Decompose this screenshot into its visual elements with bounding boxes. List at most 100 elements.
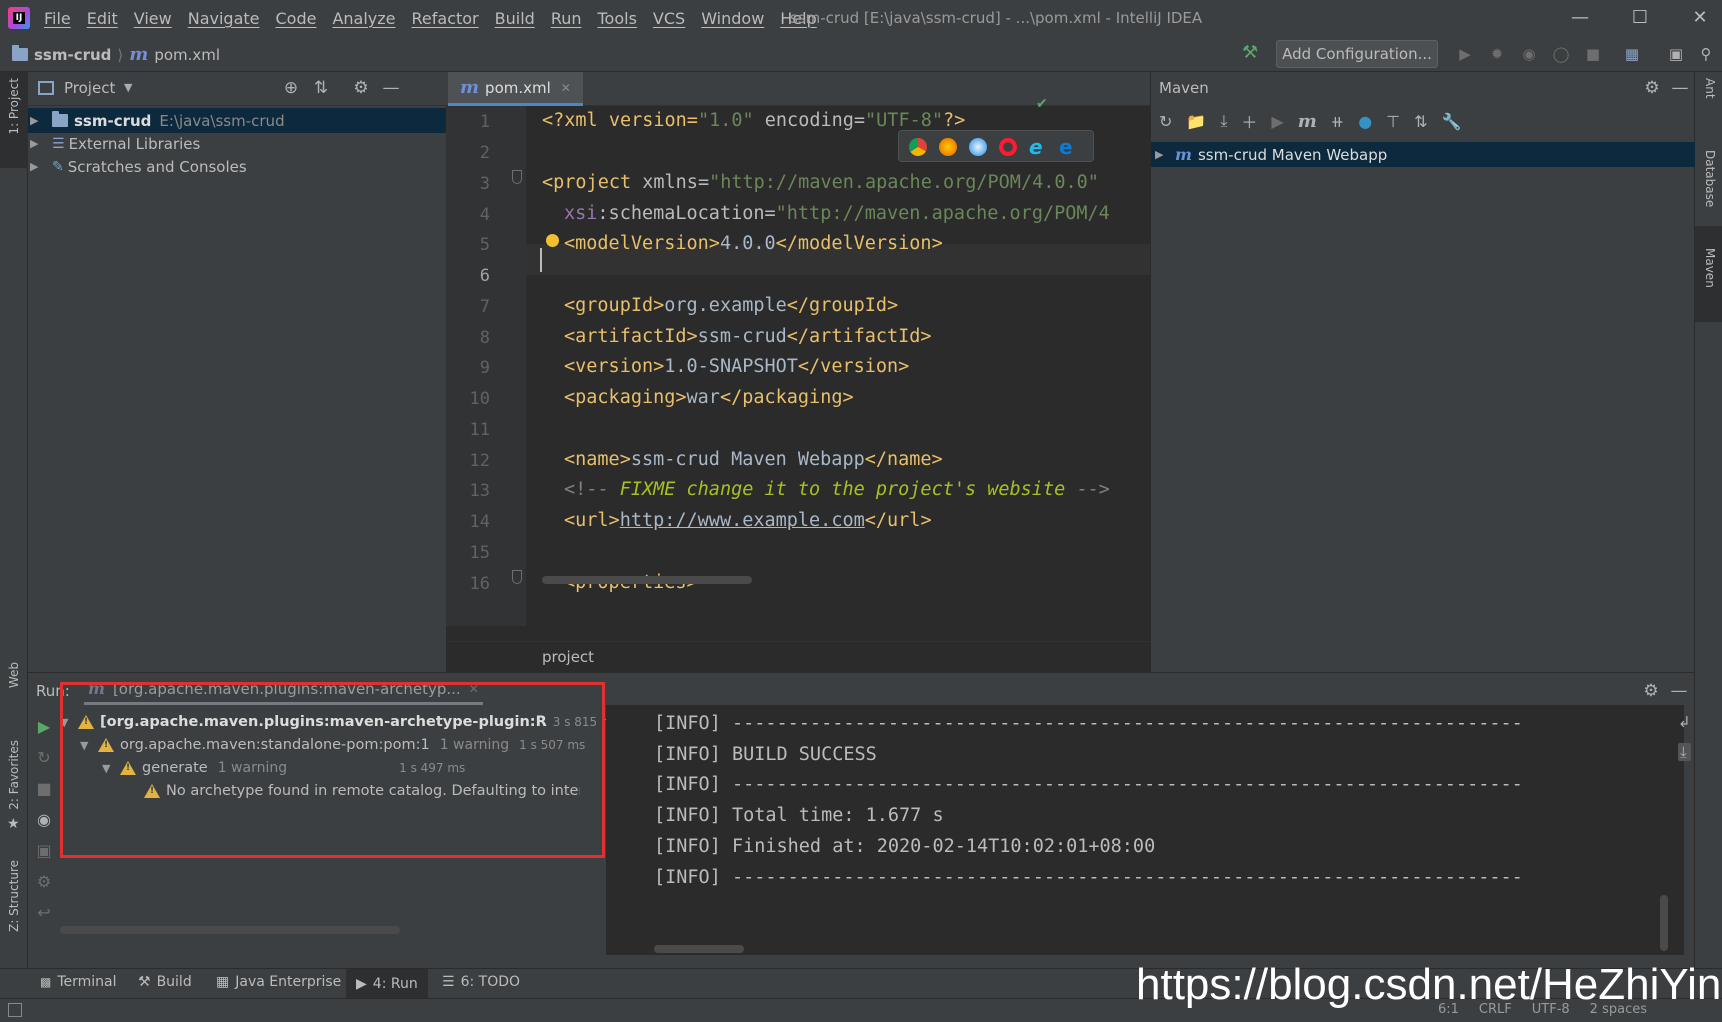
hide-panel-icon[interactable]: — [1669, 78, 1691, 98]
rerun-failed-icon[interactable]: ↻ [37, 748, 50, 767]
ant-tool-tab[interactable]: Ant [1703, 78, 1717, 99]
add-icon[interactable]: ＋ [1241, 109, 1257, 133]
menu-window[interactable]: Window [701, 9, 764, 28]
editor-breadcrumb[interactable]: project [446, 641, 1150, 672]
expand-arrow-icon[interactable]: ▶ [30, 137, 44, 150]
gear-icon[interactable]: ⚙ [1640, 681, 1662, 701]
soft-wrap-icon[interactable]: ↲ [1678, 713, 1691, 731]
internet-explorer-icon[interactable]: e [1029, 135, 1043, 159]
wrench-icon[interactable]: 🔧 [1442, 112, 1462, 131]
project-tool-tab[interactable]: 1: Project [7, 78, 21, 135]
toggle-offline-icon[interactable]: ⧺ [1331, 112, 1344, 131]
menu-refactor[interactable]: Refactor [412, 9, 479, 28]
fold-marker-icon[interactable] [512, 570, 522, 584]
code-line-3[interactable]: <project xmlns="http://maven.apache.org/… [542, 172, 1099, 193]
lightbulb-icon[interactable] [546, 234, 559, 247]
run-tool-tab[interactable]: ▶ 4: Run [346, 969, 428, 999]
toggle-tool-windows-icon[interactable] [8, 1003, 22, 1017]
debug-icon[interactable]: ✹ [1487, 44, 1507, 64]
build-hammer-icon[interactable]: ⚒ [1242, 42, 1258, 63]
build-tab[interactable]: ⚒ Build [138, 974, 192, 990]
execute-goal-icon[interactable]: m [1298, 111, 1317, 132]
horizontal-scrollbar[interactable] [542, 576, 752, 584]
add-configuration-button[interactable]: Add Configuration... [1276, 40, 1438, 68]
menu-file[interactable]: File [44, 9, 71, 28]
chrome-icon[interactable] [909, 138, 927, 156]
search-icon[interactable]: ⚲ [1696, 44, 1716, 64]
settings-icon[interactable]: ⚙ [37, 872, 51, 891]
firefox-icon[interactable] [939, 138, 957, 156]
web-tool-tab[interactable]: Web [7, 662, 21, 688]
hide-panel-icon[interactable]: — [1668, 681, 1690, 701]
expand-arrow-icon[interactable]: ▶ [30, 160, 44, 173]
todo-tab[interactable]: ☰ 6: TODO [442, 974, 520, 990]
code-link[interactable]: http://www.example.com [620, 510, 865, 531]
project-structure-icon[interactable]: ▦ [1622, 44, 1642, 64]
eye-icon[interactable]: ◉ [37, 810, 51, 829]
gear-icon[interactable]: ⚙ [350, 78, 372, 98]
presentation-icon[interactable]: ▣ [1666, 44, 1686, 64]
menu-run[interactable]: Run [551, 9, 582, 28]
project-view-title[interactable]: Project [64, 79, 115, 97]
menu-edit[interactable]: Edit [87, 9, 118, 28]
maven-tool-tab[interactable]: Maven [1703, 248, 1717, 288]
exit-icon[interactable]: ↩ [37, 903, 50, 922]
coverage-icon[interactable]: ◉ [1519, 44, 1539, 64]
structure-tool-tab[interactable]: Z: Structure [7, 860, 21, 932]
horizontal-scrollbar[interactable] [654, 945, 744, 953]
menu-analyze[interactable]: Analyze [332, 9, 395, 28]
editor-tab-pom[interactable]: m pom.xml ✕ [448, 72, 583, 106]
maven-project-row[interactable]: ▶ m ssm-crud Maven Webapp [1151, 142, 1695, 167]
safari-icon[interactable] [969, 138, 987, 156]
close-tab-icon[interactable]: ✕ [561, 81, 571, 95]
code-line-4[interactable]: xsi:schemaLocation="http://maven.apache.… [564, 203, 1110, 224]
collapse-all-icon[interactable]: ⇅ [310, 78, 332, 98]
chevron-down-icon[interactable]: ▼ [124, 81, 132, 94]
show-dependencies-icon[interactable]: ⊤ [1386, 112, 1400, 131]
expand-arrow-icon[interactable]: ▶ [30, 114, 44, 127]
run-icon[interactable]: ▶ [1455, 44, 1475, 64]
minimize-icon[interactable]: — [1568, 6, 1592, 30]
code-line-12[interactable]: <name>ssm-crud Maven Webapp</name> [564, 449, 943, 470]
run-icon[interactable]: ▶ [1271, 112, 1283, 131]
code-line-9[interactable]: <version>1.0-SNAPSHOT</version> [564, 356, 909, 377]
maximize-icon[interactable]: ☐ [1628, 6, 1652, 30]
rerun-icon[interactable]: ▶ [38, 717, 50, 736]
code-line-13[interactable]: <!-- FIXME change it to the project's we… [564, 479, 1110, 500]
hide-panel-icon[interactable]: — [380, 78, 402, 98]
tree-item-scratches[interactable]: ▶ ✎ Scratches and Consoles [28, 154, 446, 179]
terminal-tab[interactable]: ▩ Terminal [40, 974, 117, 990]
menu-build[interactable]: Build [495, 9, 535, 28]
horizontal-scrollbar[interactable] [60, 926, 400, 934]
code-line-14[interactable]: <url>http://www.example.com</url> [564, 510, 932, 531]
favorites-tool-tab[interactable]: 2: Favorites [7, 740, 21, 810]
menu-code[interactable]: Code [276, 9, 317, 28]
code-line-1[interactable]: <?xml version="1.0" encoding="UTF-8"?> [542, 110, 965, 131]
java-enterprise-tab[interactable]: ▦ Java Enterprise [216, 974, 341, 990]
breadcrumb-project[interactable]: ssm-crud [34, 46, 111, 64]
download-icon[interactable]: ⤓ [1220, 111, 1227, 131]
code-line-7[interactable]: <groupId>org.example</groupId> [564, 295, 898, 316]
camera-icon[interactable]: ▣ [36, 841, 51, 860]
collapse-all-icon[interactable]: ⇅ [1414, 112, 1427, 131]
expand-arrow-icon[interactable]: ▶ [1155, 148, 1169, 161]
tree-item-external-libraries[interactable]: ▶ ☰ External Libraries [28, 131, 446, 156]
tree-item-project-root[interactable]: ▶ ssm-crud E:\java\ssm-crud [28, 108, 446, 133]
menu-vcs[interactable]: VCS [653, 9, 685, 28]
breadcrumb-file[interactable]: pom.xml [154, 46, 220, 64]
locate-icon[interactable]: ⊕ [280, 78, 302, 98]
edge-icon[interactable]: e [1059, 135, 1073, 159]
code-line-5[interactable]: <modelVersion>4.0.0</modelVersion> [564, 233, 943, 254]
fold-marker-icon[interactable] [512, 170, 522, 184]
reload-icon[interactable]: ↻ [1159, 112, 1172, 131]
console-output[interactable]: [INFO] ---------------------------------… [606, 705, 1684, 955]
generate-sources-icon[interactable]: 📁 [1186, 112, 1206, 131]
database-tool-tab[interactable]: Database [1703, 150, 1717, 207]
vertical-scrollbar[interactable] [1660, 895, 1668, 951]
code-line-10[interactable]: <packaging>war</packaging> [564, 387, 854, 408]
profile-icon[interactable]: ◯ [1551, 44, 1571, 64]
stop-icon[interactable]: ■ [1583, 44, 1603, 64]
stop-icon[interactable]: ■ [36, 779, 51, 798]
opera-icon[interactable] [999, 138, 1017, 156]
code-line-8[interactable]: <artifactId>ssm-crud</artifactId> [564, 326, 932, 347]
